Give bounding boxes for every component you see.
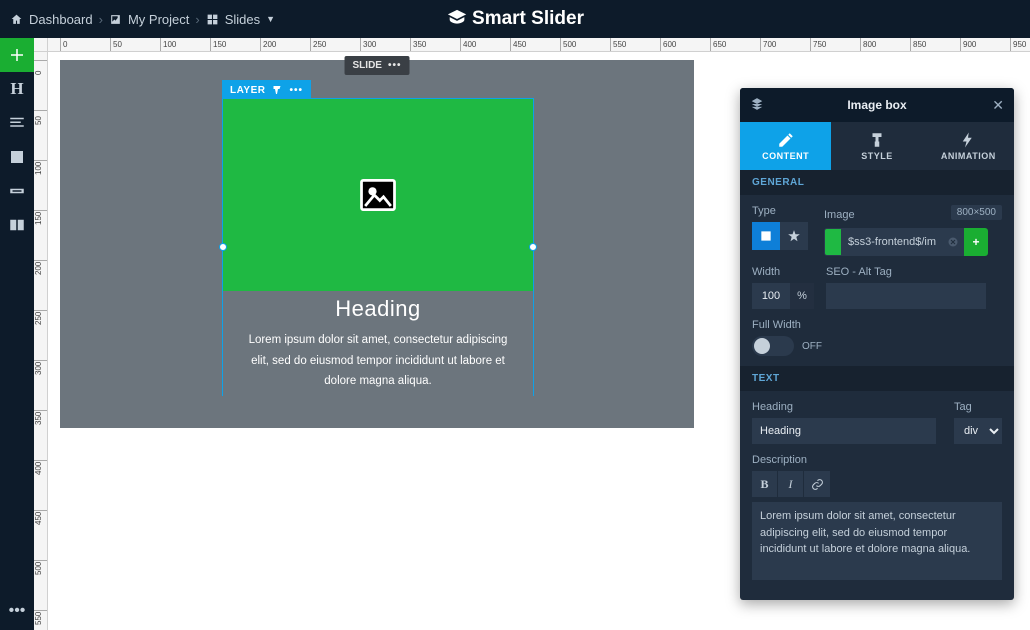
pencil-icon	[777, 131, 795, 149]
inspector-tabs: CONTENT STYLE ANIMATION	[740, 122, 1014, 170]
image-box-layer[interactable]: Heading Lorem ipsum dolor sit amet, cons…	[222, 98, 534, 396]
app-logo: Smart Slider	[446, 8, 584, 30]
close-icon[interactable]: ✕	[992, 97, 1004, 114]
grid-icon	[206, 13, 219, 26]
layers-icon[interactable]	[750, 97, 764, 114]
heading-label: Heading	[752, 401, 942, 413]
type-label: Type	[752, 205, 812, 217]
alt-input[interactable]	[826, 283, 986, 309]
row-tool[interactable]	[0, 208, 34, 242]
button-icon	[8, 182, 26, 200]
image-add-button[interactable]: +	[964, 228, 988, 256]
description-label: Description	[752, 454, 1002, 466]
width-label: Width	[752, 266, 814, 278]
text-lines-icon	[8, 114, 26, 132]
home-icon	[10, 13, 23, 26]
bold-button[interactable]: B	[752, 471, 778, 497]
full-width-toggle[interactable]	[752, 336, 794, 356]
tool-rail: H •••	[0, 38, 34, 630]
image-tool[interactable]	[0, 140, 34, 174]
inspector-panel: Image box ✕ CONTENT STYLE ANIMATION GENE…	[740, 88, 1014, 600]
slide-tag[interactable]: SLIDE •••	[345, 56, 410, 75]
description-textarea[interactable]	[752, 502, 1002, 580]
breadcrumb-project-label: My Project	[128, 12, 189, 27]
star-icon	[787, 229, 801, 243]
breadcrumb-slides[interactable]: Slides ▼	[206, 12, 275, 27]
image-box-content[interactable]: Heading Lorem ipsum dolor sit amet, cons…	[223, 291, 533, 397]
section-general[interactable]: GENERAL	[740, 170, 1014, 195]
image-box-description: Lorem ipsum dolor sit amet, consectetur …	[241, 330, 515, 392]
more-tools[interactable]: •••	[9, 602, 26, 620]
text-tool[interactable]	[0, 106, 34, 140]
breadcrumb-dashboard-label: Dashboard	[29, 12, 93, 27]
ruler-horizontal: 0501001502002503003504004505005506006507…	[48, 38, 1030, 52]
image-box-heading: Heading	[335, 296, 420, 322]
slide[interactable]: SLIDE ••• LAYER ••• Heading Lorem ipsum …	[60, 60, 694, 428]
tab-content-label: CONTENT	[762, 151, 809, 161]
add-tool[interactable]	[0, 38, 34, 72]
tag-select[interactable]: div	[954, 418, 1002, 444]
full-width-state: OFF	[802, 341, 822, 352]
tab-animation[interactable]: ANIMATION	[923, 122, 1014, 170]
width-unit[interactable]: %	[790, 283, 814, 309]
layer-badge[interactable]: LAYER •••	[222, 80, 311, 100]
more-icon[interactable]: •••	[289, 85, 303, 96]
italic-button[interactable]: I	[778, 471, 804, 497]
heading-input[interactable]	[752, 418, 936, 444]
image-clear-button[interactable]	[942, 228, 964, 256]
link-button[interactable]	[804, 471, 830, 497]
chevron-right-icon: ›	[99, 12, 103, 27]
tab-style[interactable]: STYLE	[831, 122, 922, 170]
heading-icon: H	[10, 79, 23, 99]
tab-content[interactable]: CONTENT	[740, 122, 831, 170]
image-path-input[interactable]	[842, 228, 942, 256]
resize-handle-right[interactable]	[529, 243, 537, 251]
caret-down-icon: ▼	[266, 14, 275, 24]
image-placeholder-icon	[356, 173, 400, 217]
more-icon[interactable]: •••	[388, 60, 402, 71]
breadcrumb: Dashboard › My Project › Slides ▼	[0, 12, 275, 27]
resize-handle-left[interactable]	[219, 243, 227, 251]
top-bar: Dashboard › My Project › Slides ▼ Smart …	[0, 0, 1030, 38]
inspector-header[interactable]: Image box ✕	[740, 88, 1014, 122]
image-icon	[8, 148, 26, 166]
button-tool[interactable]	[0, 174, 34, 208]
logo-text: Smart Slider	[472, 8, 584, 30]
breadcrumb-project[interactable]: My Project	[109, 12, 189, 27]
type-selector	[752, 222, 812, 250]
logo-icon	[446, 8, 468, 30]
bolt-icon	[959, 131, 977, 149]
image-box-image[interactable]	[223, 99, 533, 291]
image-color-swatch[interactable]	[824, 228, 842, 256]
ruler-corner	[34, 38, 48, 52]
tab-style-label: STYLE	[861, 151, 893, 161]
link-icon	[811, 478, 824, 491]
slide-tag-label: SLIDE	[353, 60, 382, 71]
ruler-vertical: 050100150200250300350400450500550600	[34, 52, 48, 630]
paint-icon	[868, 131, 886, 149]
type-icon[interactable]	[780, 222, 808, 250]
full-width-label: Full Width	[752, 319, 1002, 331]
layer-badge-label: LAYER	[230, 85, 265, 96]
section-text[interactable]: TEXT	[740, 366, 1014, 391]
alt-label: SEO - Alt Tag	[826, 266, 1002, 278]
text-type-icon	[271, 84, 283, 96]
description-toolbar: B I	[752, 471, 1002, 497]
inspector-body: GENERAL Type Image 800×500	[740, 170, 1014, 600]
type-image[interactable]	[752, 222, 780, 250]
breadcrumb-dashboard[interactable]: Dashboard	[10, 12, 93, 27]
plus-icon	[8, 46, 26, 64]
image-label: Image	[824, 209, 855, 221]
breadcrumb-slides-label: Slides	[225, 12, 260, 27]
chevron-right-icon: ›	[195, 12, 199, 27]
image-icon	[759, 229, 773, 243]
heading-tool[interactable]: H	[0, 72, 34, 106]
image-dimensions: 800×500	[951, 205, 1002, 220]
columns-icon	[8, 216, 26, 234]
width-input[interactable]	[752, 283, 790, 309]
tag-label: Tag	[954, 401, 1002, 413]
inspector-title: Image box	[847, 98, 906, 112]
tab-animation-label: ANIMATION	[941, 151, 996, 161]
image-icon	[109, 13, 122, 26]
